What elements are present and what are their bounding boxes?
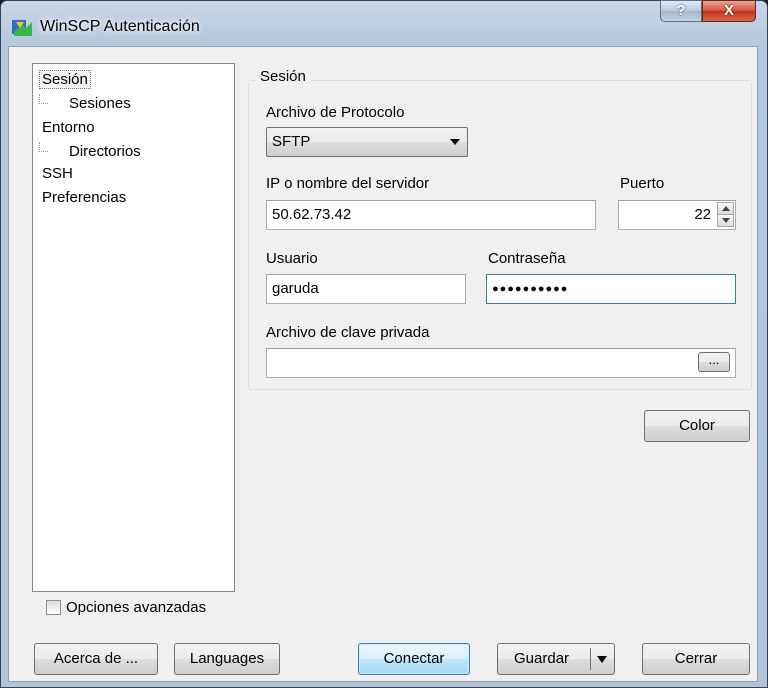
connect-button[interactable]: Conectar [358,643,470,675]
save-button-label: Guardar [514,650,570,667]
about-button[interactable]: Acerca de ... [34,643,158,675]
tree-item-sesiones[interactable]: Sesiones [69,95,131,112]
help-button[interactable]: ? [660,0,702,22]
user-label: Usuario [266,250,318,267]
session-group-label: Sesión [256,68,310,85]
chevron-down-icon [450,139,460,145]
navigation-tree[interactable]: Sesión Sesiones Entorno Directorios SSH … [32,63,235,592]
advanced-options-checkbox[interactable] [46,600,61,615]
tree-item-label: Sesiones [69,95,131,112]
winscp-app-icon [12,20,32,36]
host-label: IP o nombre del servidor [266,175,430,192]
user-input[interactable]: garuda [266,274,466,304]
title-bar[interactable]: WinSCP Autenticación ? X [0,0,768,46]
tree-item-entorno[interactable]: Entorno [42,119,95,136]
split-divider [590,648,591,670]
save-button[interactable]: Guardar [497,643,615,675]
tree-item-directorios[interactable]: Directorios [69,143,141,160]
browse-key-button[interactable]: ... [698,352,730,372]
tree-item-label: Preferencias [42,189,127,206]
tree-item-preferencias[interactable]: Preferencias [42,189,126,206]
color-button[interactable]: Color [644,410,750,442]
close-window-button[interactable]: X [702,0,756,22]
password-input[interactable]: ●●●●●●●●●● [486,274,736,304]
port-decrement-button[interactable] [717,214,734,227]
tree-item-label: SSH [42,165,73,182]
port-label: Puerto [620,175,665,192]
protocol-label: Archivo de Protocolo [266,104,405,121]
tree-item-ssh[interactable]: SSH [42,165,73,182]
tree-item-label: Entorno [42,119,95,136]
languages-button[interactable]: Languages [174,643,280,675]
tree-item-label: Directorios [69,143,141,160]
tree-branch-line [39,142,48,152]
tree-branch-line [39,94,48,104]
protocol-select-value: SFTP [272,133,311,150]
host-input[interactable]: 50.62.73.42 [266,200,596,230]
tree-item-label: Sesión [39,70,91,89]
advanced-options-label: Opciones avanzadas [66,599,207,616]
tree-item-sesion[interactable]: Sesión [39,70,91,89]
private-key-label: Archivo de clave privada [266,324,430,341]
password-label: Contraseña [488,250,566,267]
chevron-down-icon[interactable] [597,656,607,663]
window-title: WinSCP Autenticación [40,18,200,35]
private-key-input[interactable] [266,348,736,378]
close-button[interactable]: Cerrar [642,643,750,675]
